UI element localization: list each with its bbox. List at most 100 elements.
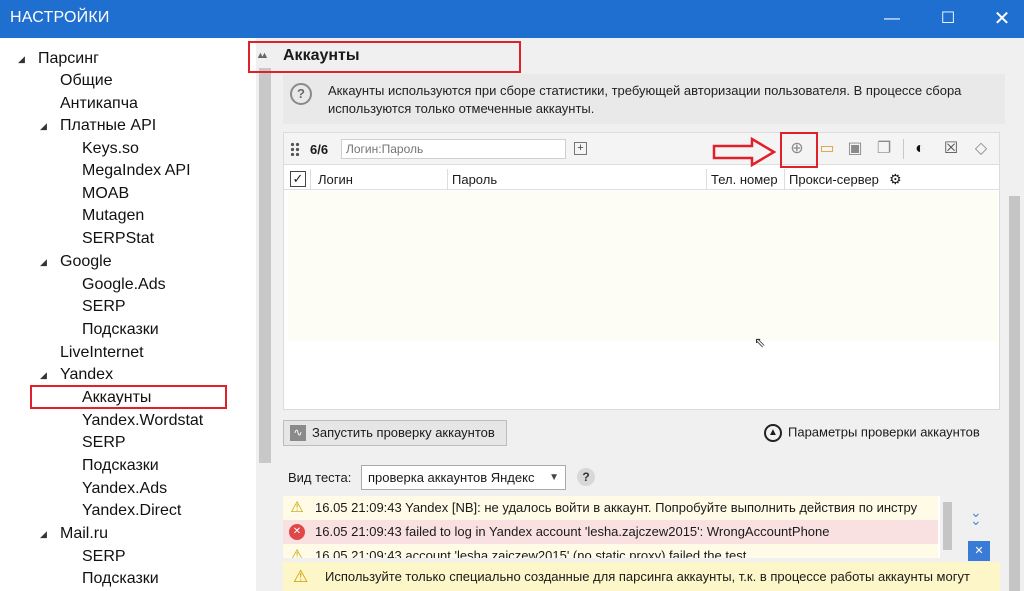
tree-item[interactable]: Mutagen: [82, 205, 144, 227]
tree-item-label: Google: [60, 253, 112, 270]
accounts-table-header: ✓ Логин Пароль Тел. номер Прокси-сервер …: [284, 169, 999, 190]
tree-item-label: SERPStat: [82, 230, 155, 247]
column-divider: [784, 169, 785, 189]
column-password[interactable]: Пароль: [452, 172, 497, 187]
expand-input-icon[interactable]: +: [574, 142, 587, 155]
scrollbar-thumb[interactable]: [259, 68, 271, 463]
scrollbar-thumb[interactable]: [943, 502, 952, 550]
tree-item-label: Парсинг: [38, 50, 99, 67]
column-divider: [447, 169, 448, 189]
expand-icon[interactable]: ◢: [40, 251, 47, 273]
log-panel: ⚠ 16.05 21:09:43 Yandex [NB]: не удалось…: [283, 496, 955, 558]
column-phone[interactable]: Тел. номер: [711, 172, 778, 187]
log-row: ⚠ 16.05 21:09:43 account 'lesha.zajczew2…: [283, 544, 938, 558]
warning-icon: ⚠: [290, 499, 304, 516]
log-text: 16.05 21:09:43 Yandex [NB]: не удалось в…: [315, 500, 918, 515]
tree-item[interactable]: ◢ Парсинг: [18, 48, 99, 70]
tree-item[interactable]: SERPStat: [82, 228, 154, 250]
tree-item[interactable]: Антикапча: [60, 93, 138, 115]
warning-icon: ⚠: [293, 567, 309, 586]
tree-item[interactable]: SERP: [82, 432, 126, 454]
grip-icon[interactable]: [290, 142, 300, 156]
minimize-button[interactable]: —: [870, 4, 914, 34]
folder-icon[interactable]: ▭: [817, 139, 837, 159]
test-type-select[interactable]: проверка аккаунтов Яндекс ▼: [361, 465, 566, 490]
scroll-to-end-icon[interactable]: ⌄ ⌄: [970, 505, 982, 527]
close-button[interactable]: ✕: [980, 4, 1024, 34]
tree-item[interactable]: ◢ Mail.ru: [40, 523, 109, 545]
tree-item-label: Общие: [60, 72, 113, 89]
tree-item[interactable]: Keys.so: [82, 138, 139, 160]
pulse-icon: ∿: [290, 425, 306, 441]
select-all-checkbox[interactable]: ✓: [290, 171, 306, 187]
tree-item-label: MegaIndex API: [82, 162, 191, 179]
gear-icon[interactable]: ⚙: [889, 171, 902, 188]
save-icon[interactable]: ▣: [845, 139, 865, 159]
tree-item[interactable]: SERP: [82, 546, 126, 568]
tree-item-label: Yandex.Direct: [82, 502, 182, 519]
tree-item[interactable]: Yandex.Direct: [82, 500, 181, 522]
column-proxy[interactable]: Прокси-сервер: [789, 172, 879, 187]
tree-item-label: Yandex.Wordstat: [82, 412, 204, 429]
accounts-list[interactable]: [288, 191, 998, 341]
tree-item[interactable]: Подсказки: [82, 568, 159, 590]
eraser-icon[interactable]: ◇: [971, 139, 991, 159]
tree-item[interactable]: Yandex.Wordstat: [82, 410, 203, 432]
tree-item-label: Подсказки: [82, 457, 159, 474]
log-text: 16.05 21:09:43 failed to log in Yandex a…: [315, 524, 830, 539]
tree-item[interactable]: Подсказки: [82, 319, 159, 341]
tree-item[interactable]: SERP: [82, 296, 126, 318]
column-login[interactable]: Логин: [318, 172, 353, 187]
test-type-value: проверка аккаунтов Яндекс: [368, 470, 535, 485]
tree-scrollbar[interactable]: ▲: [256, 38, 274, 591]
expand-icon[interactable]: ◢: [40, 364, 47, 386]
column-divider: [310, 169, 311, 189]
scrollbar-thumb[interactable]: [1009, 196, 1020, 591]
tree-item-label: Mutagen: [82, 207, 145, 224]
accounts-count: 6/6: [310, 142, 329, 157]
help-icon[interactable]: ?: [577, 468, 595, 486]
tree-item[interactable]: Общие: [60, 70, 113, 92]
info-box: ? Аккаунты используются при сборе статис…: [283, 74, 1005, 124]
toolbar-divider: [903, 139, 904, 159]
tree-item-label: Mail.ru: [60, 525, 109, 542]
start-check-button[interactable]: ∿ Запустить проверку аккаунтов: [283, 420, 507, 446]
start-check-label: Запустить проверку аккаунтов: [312, 425, 495, 440]
warning-banner: ⚠ Используйте только специально созданны…: [283, 562, 1000, 591]
question-icon: ?: [290, 83, 312, 105]
tree-item[interactable]: MOAB: [82, 183, 129, 205]
add-button-highlight-box: [780, 132, 818, 168]
expand-icon[interactable]: ◢: [40, 523, 47, 545]
tree-item-label: SERP: [82, 548, 126, 565]
check-params-toggle[interactable]: ▲ Параметры проверки аккаунтов: [764, 424, 980, 442]
tree-item[interactable]: Yandex.Ads: [82, 478, 167, 500]
content-scrollbar[interactable]: [1005, 46, 1024, 591]
clear-log-button[interactable]: ✕: [968, 541, 990, 561]
check-list-icon[interactable]: ☒: [941, 139, 961, 159]
tree-item[interactable]: Подсказки: [82, 455, 159, 477]
chevron-down-icon: ▼: [549, 472, 559, 483]
tree-item[interactable]: MegaIndex API: [82, 160, 191, 182]
tree-item-label: Keys.so: [82, 140, 139, 157]
tree-item[interactable]: Google.Ads: [82, 274, 166, 296]
log-row: ⚠ 16.05 21:09:43 Yandex [NB]: не удалось…: [283, 496, 938, 520]
log-scrollbar[interactable]: [940, 496, 955, 558]
tree-item[interactable]: LiveInternet: [60, 342, 144, 364]
tree-item-label: Подсказки: [82, 321, 159, 338]
contrast-icon[interactable]: ◐: [910, 139, 930, 159]
tree-item[interactable]: ◢ Google: [40, 251, 112, 273]
selection-highlight-box: [30, 385, 227, 409]
tree-item-label: Yandex: [60, 366, 114, 383]
annotation-arrow-icon: [712, 137, 776, 167]
tree-item-label: Google.Ads: [82, 276, 166, 293]
expand-icon[interactable]: ◢: [40, 115, 47, 137]
expand-icon[interactable]: ◢: [18, 48, 25, 70]
login-password-input[interactable]: [341, 139, 566, 159]
banner-text: Используйте только специально созданные …: [325, 569, 970, 584]
copy-icon[interactable]: ❐: [874, 139, 894, 159]
test-type-label: Вид теста:: [288, 470, 352, 485]
maximize-button[interactable]: ☐: [926, 4, 970, 34]
settings-tree: ◢ Парсинг Общие Антикапча ◢ Платные API Ke…: [0, 38, 256, 591]
tree-item[interactable]: ◢ Платные API: [40, 115, 156, 137]
tree-item[interactable]: ◢ Yandex: [40, 364, 114, 386]
